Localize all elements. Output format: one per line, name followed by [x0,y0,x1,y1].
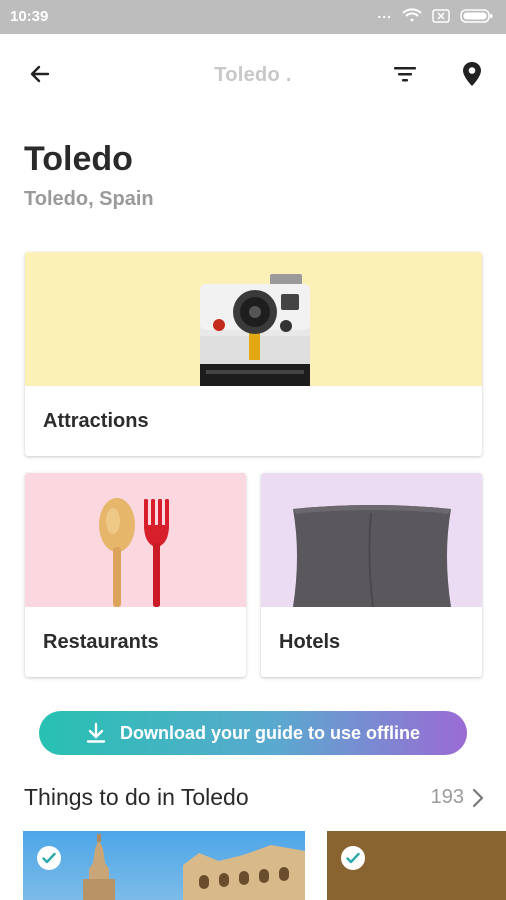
visited-check-badge[interactable] [341,846,365,870]
hotels-card[interactable]: Hotels [261,473,482,677]
restaurants-image [25,473,246,607]
thing-to-do-card[interactable] [23,831,305,900]
pillow-icon [293,505,451,607]
restaurants-label: Restaurants [43,631,159,653]
visited-check-badge[interactable] [37,846,61,870]
things-to-do-count-link[interactable]: 193 [431,786,484,809]
status-icons: ... [377,5,494,24]
things-to-do-title: Things to do in Toledo [24,784,249,810]
download-icon [86,722,106,743]
check-icon [42,852,56,864]
things-to-do-count: 193 [430,786,464,808]
hotels-image [261,473,482,607]
status-time: 10:39 [10,8,49,25]
status-bar: 10:39 ... [0,0,506,34]
sim-icon [432,9,450,23]
download-guide-label: Download your guide to use offline [120,722,420,743]
filter-icon [394,67,416,82]
hotels-label: Hotels [279,631,341,653]
attractions-image [25,252,482,386]
map-button[interactable] [452,54,492,94]
restaurants-card[interactable]: Restaurants [25,473,246,677]
thing-to-do-card[interactable] [327,831,506,900]
status-dots: ... [377,5,392,21]
cathedral-image [83,834,305,900]
check-icon [346,852,360,864]
chevron-right-icon [472,788,484,807]
download-guide-button[interactable]: Download your guide to use offline [39,711,467,755]
map-pin-icon [463,62,481,86]
attractions-card[interactable]: Attractions [25,252,482,456]
battery-icon [460,9,493,23]
app-bar: Toledo . [0,34,506,114]
city-subtitle: Toledo, Spain [24,188,154,210]
app-title: Toledo . [214,64,292,86]
wifi-icon [402,8,422,22]
city-title: Toledo [24,140,133,178]
camera-icon [200,274,310,386]
attractions-label: Attractions [43,410,149,432]
cutlery-icon [99,498,169,607]
filter-button[interactable] [385,54,425,94]
